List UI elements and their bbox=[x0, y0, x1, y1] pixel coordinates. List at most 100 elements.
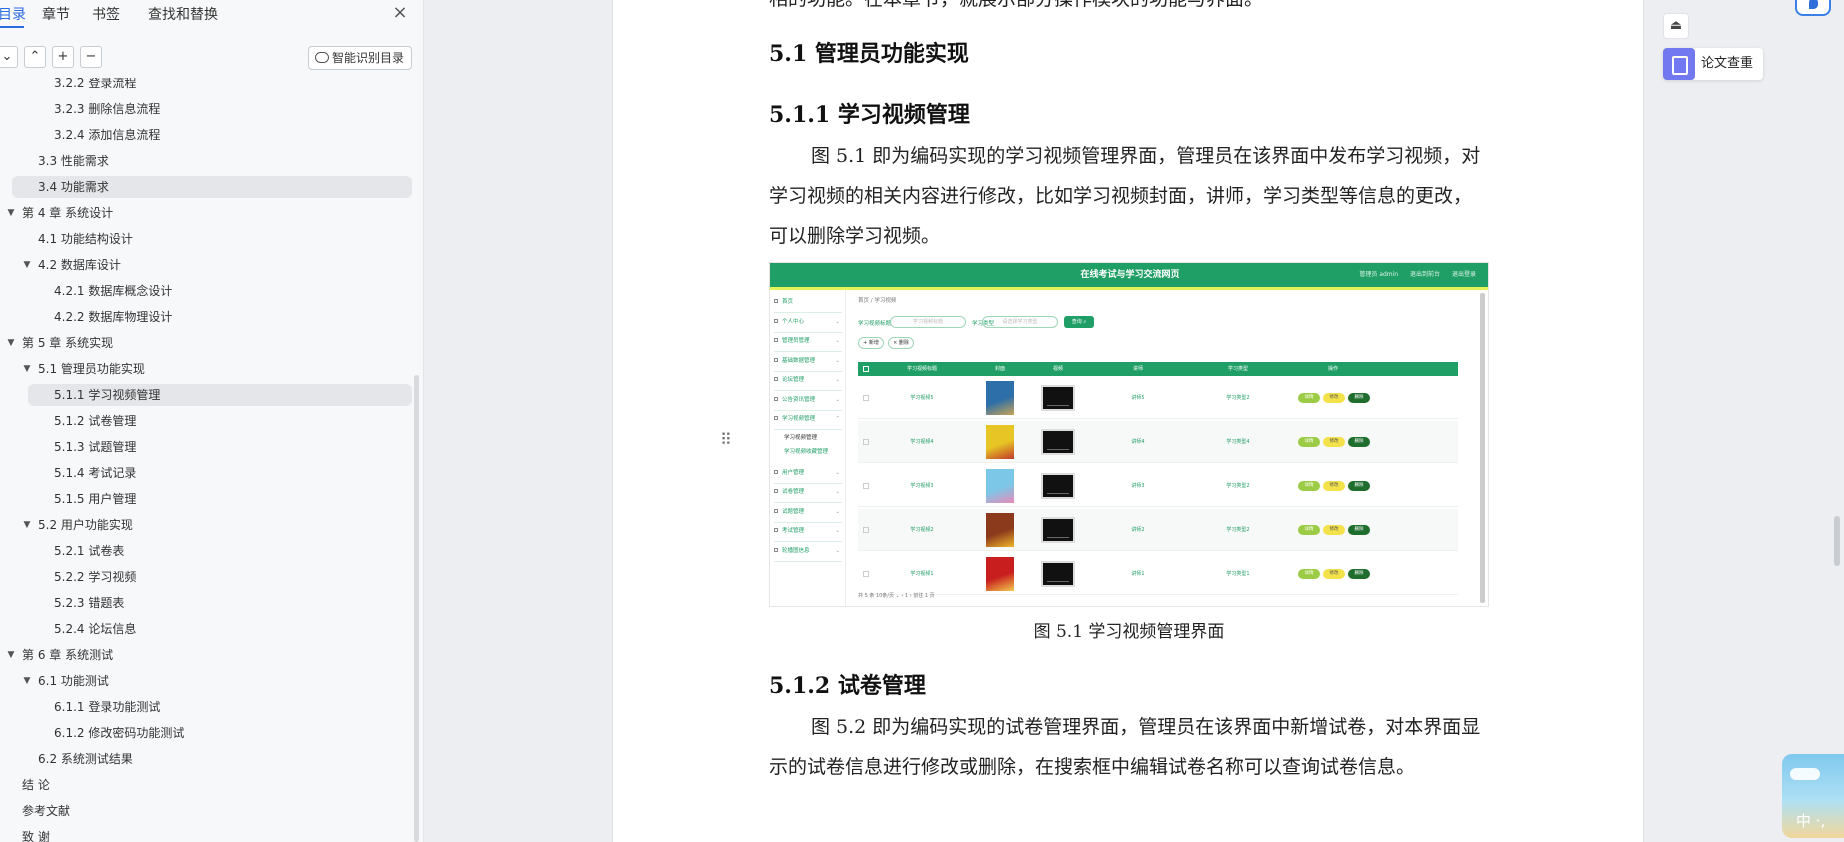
figure-menu-icon bbox=[774, 489, 778, 493]
toc-item[interactable]: ▼ 第 6 章 系统测试 bbox=[0, 644, 412, 666]
figure-cell-lecturer: 讲师4 bbox=[1131, 439, 1145, 445]
toc-item[interactable]: 结 论 bbox=[0, 774, 412, 796]
toc-item[interactable]: 3.4 功能需求 bbox=[12, 176, 412, 198]
toc-item[interactable]: 5.2.2 学习视频 bbox=[0, 566, 412, 588]
document-check-icon bbox=[1663, 48, 1695, 80]
figure-top-links: 管理员 admin 退出到前台 退出登录 bbox=[1349, 263, 1476, 287]
figure-table-row: 学习视频3 讲师3 学习类型2 详情 修改 删除 bbox=[858, 465, 1458, 507]
chevron-down-icon[interactable]: ▼ bbox=[22, 670, 32, 692]
toc-item[interactable]: 参考文献 bbox=[0, 800, 412, 822]
figure-row-checkbox bbox=[863, 483, 869, 489]
figure-cell-lecturer: 讲师2 bbox=[1131, 527, 1145, 533]
toc-list: 3.2.2 登录流程 3.2.3 删除信息流程 3.2.4 添加信息流程 3.3 性能… bbox=[0, 78, 423, 842]
figure-cover-image bbox=[986, 513, 1014, 547]
toc-item[interactable]: 3.2.2 登录流程 bbox=[0, 78, 412, 94]
figure-view-button: 详情 bbox=[1298, 393, 1320, 403]
toc-item-label: 3.2.3 删除信息流程 bbox=[54, 102, 161, 116]
toc-item[interactable]: ▼ 6.1 功能测试 bbox=[0, 670, 412, 692]
document-scrollbar[interactable] bbox=[1834, 516, 1840, 566]
drag-handle-icon[interactable]: ⠿ bbox=[720, 430, 732, 449]
toc-scrollbar[interactable] bbox=[414, 375, 419, 842]
chevron-down-icon[interactable]: ▼ bbox=[6, 332, 16, 354]
figure-main: 首页 / 学习视频 学习视频标题 学习视频标题 学习类型 请选择学习类型 查询 … bbox=[850, 290, 1476, 606]
figure-menu-label: 首页 bbox=[782, 299, 794, 305]
toc-item[interactable]: 6.2 系统测试结果 bbox=[0, 748, 412, 770]
toc-item[interactable]: ▼ 5.2 用户功能实现 bbox=[0, 514, 412, 536]
toc-item[interactable]: 5.1.3 试题管理 bbox=[0, 436, 412, 458]
chevron-down-icon[interactable]: ▼ bbox=[22, 254, 32, 276]
toc-item[interactable]: 6.1.2 修改密码功能测试 bbox=[0, 722, 412, 744]
toc-item[interactable]: 5.1.4 考试记录 bbox=[0, 462, 412, 484]
toc-item[interactable]: 5.1.1 学习视频管理 bbox=[28, 384, 412, 406]
figure-menu-label: 个人中心 bbox=[782, 318, 805, 325]
figure-menu-item: 首页 bbox=[774, 294, 842, 313]
collapse-icon[interactable]: ⏏ bbox=[1663, 13, 1689, 39]
tab-2[interactable]: 书签 bbox=[92, 4, 120, 24]
toc-item[interactable]: ▼ 4.2 数据库设计 bbox=[0, 254, 412, 276]
ime-widget[interactable]: 中 ·, bbox=[1782, 754, 1844, 838]
smart-toc-button[interactable]: 智能识别目录 bbox=[308, 46, 412, 70]
chevron-icon: ⌄ bbox=[835, 377, 840, 383]
chevron-down-icon[interactable]: ▼ bbox=[6, 202, 16, 224]
toc-item[interactable]: 3.2.4 添加信息流程 bbox=[0, 124, 412, 146]
chevron-down-icon[interactable]: ▼ bbox=[6, 644, 16, 666]
figure-edit-button: 修改 bbox=[1323, 569, 1345, 579]
toc-item-label: 3.2.2 登录流程 bbox=[54, 78, 137, 90]
toc-item[interactable]: 4.2.1 数据库概念设计 bbox=[0, 280, 412, 302]
toc-item-label: 5.2 用户功能实现 bbox=[38, 518, 133, 532]
toc-item[interactable]: 3.2.3 删除信息流程 bbox=[0, 98, 412, 120]
figure-cell-type: 学习类型1 bbox=[1226, 571, 1250, 577]
toc-item-label: 6.2 系统测试结果 bbox=[38, 752, 133, 766]
toc-item[interactable]: ▼ 5.1 管理员功能实现 bbox=[0, 358, 412, 380]
tab-0[interactable]: 目录 bbox=[0, 4, 26, 24]
figure-menu-item: 管理员管理 ⌄ bbox=[774, 333, 842, 352]
remove-heading-button[interactable]: − bbox=[80, 46, 102, 68]
toc-item[interactable]: 5.2.3 错题表 bbox=[0, 592, 412, 614]
toc-toolbar: ⌄ ⌃ + − 智能识别目录 bbox=[0, 46, 423, 70]
toc-item[interactable]: 4.1 功能结构设计 bbox=[0, 228, 412, 250]
tab-1[interactable]: 章节 bbox=[42, 4, 70, 24]
chevron-icon: ⌃ bbox=[835, 416, 840, 422]
toc-item[interactable]: 3.3 性能需求 bbox=[0, 150, 412, 172]
toc-item[interactable]: ▼ 第 4 章 系统设计 bbox=[0, 202, 412, 224]
figure-video-thumbnail bbox=[1041, 429, 1075, 455]
toc-item-label: 5.1.1 学习视频管理 bbox=[54, 388, 161, 402]
expand-all-button[interactable]: ⌄ bbox=[0, 46, 18, 68]
figure-menu-icon bbox=[774, 338, 778, 342]
figure-column-header: 学习类型 bbox=[1227, 366, 1248, 372]
figure-menu-label: 公告资讯管理 bbox=[782, 396, 816, 403]
add-heading-button[interactable]: + bbox=[52, 46, 74, 68]
toc-item[interactable]: 5.1.2 试卷管理 bbox=[0, 410, 412, 432]
figure-edit-button: 修改 bbox=[1323, 525, 1345, 535]
collapse-all-button[interactable]: ⌃ bbox=[24, 46, 46, 68]
close-icon[interactable]: × bbox=[390, 3, 410, 23]
toc-item[interactable]: 致 谢 bbox=[0, 826, 412, 842]
figure-menu-icon bbox=[774, 528, 778, 532]
toc-item[interactable]: 5.2.1 试卷表 bbox=[0, 540, 412, 562]
toc-item[interactable]: 5.2.4 论坛信息 bbox=[0, 618, 412, 640]
figure-column-header: 封面 bbox=[994, 366, 1005, 372]
chevron-down-icon[interactable]: ▼ bbox=[22, 514, 32, 536]
figure-menu-item: 学习视频管理 ⌃ bbox=[774, 411, 842, 430]
section-heading-5-1: 5.1 管理员功能实现 bbox=[769, 41, 969, 67]
toc-item-label: 5.1.5 用户管理 bbox=[54, 492, 137, 506]
toc-item[interactable]: 4.2.2 数据库物理设计 bbox=[0, 306, 412, 328]
figure-cell-title: 学习视频3 bbox=[910, 483, 934, 489]
figure-video-thumbnail bbox=[1041, 385, 1075, 411]
location-pin-icon[interactable] bbox=[1795, 0, 1831, 16]
figure-menu-icon bbox=[774, 377, 778, 381]
tab-3[interactable]: 查找和替换 bbox=[148, 4, 218, 24]
figure-row-checkbox bbox=[863, 527, 869, 533]
toc-item[interactable]: ▼ 第 5 章 系统实现 bbox=[0, 332, 412, 354]
figure-cover-image bbox=[986, 469, 1014, 503]
right-sidebar bbox=[1645, 0, 1844, 842]
toc-item[interactable]: 6.1.1 登录功能测试 bbox=[0, 696, 412, 718]
figure-edit-button: 修改 bbox=[1323, 437, 1345, 447]
figure-cell-title: 学习视频1 bbox=[910, 571, 934, 577]
toc-item[interactable]: 5.1.5 用户管理 bbox=[0, 488, 412, 510]
chevron-icon: ⌄ bbox=[835, 357, 840, 364]
plagiarism-check-button[interactable]: 论文查重 bbox=[1663, 48, 1763, 80]
chevron-down-icon[interactable]: ▼ bbox=[22, 358, 32, 380]
figure-menu-icon bbox=[774, 299, 778, 303]
toc-item-label: 5.2.1 试卷表 bbox=[54, 544, 125, 558]
